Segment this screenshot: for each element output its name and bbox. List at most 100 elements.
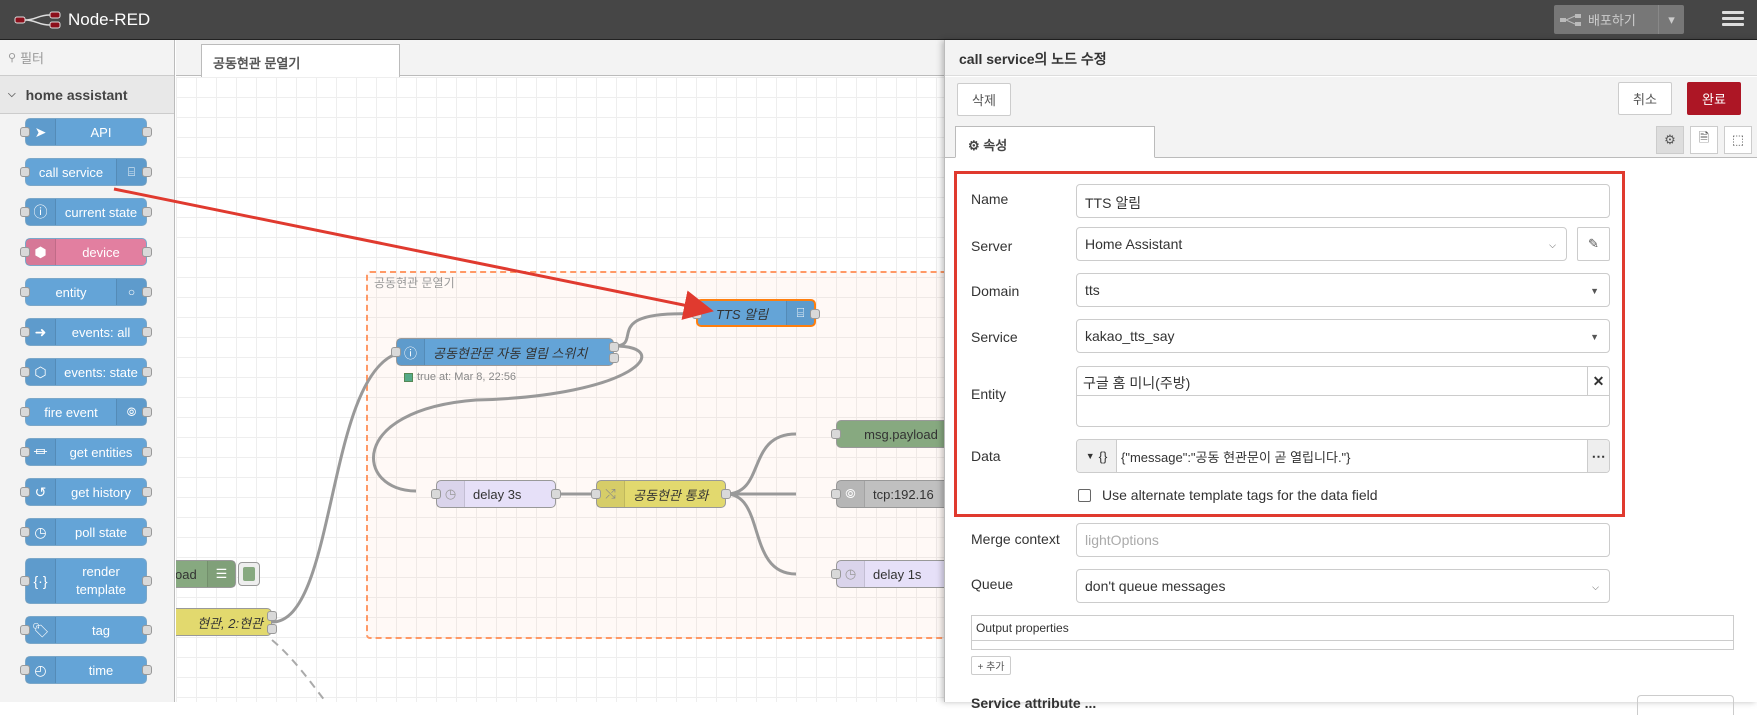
hamburger-menu-icon[interactable] [1720,8,1746,32]
palette-filter-placeholder: 필터 [20,51,44,66]
chevron-down-icon: ⌵ [8,89,16,100]
palette-node-label: get history [71,484,131,500]
deploy-button[interactable]: 배포하기 ▾ [1554,5,1684,34]
palette-node-label: device [82,244,120,260]
data-field[interactable]: ▼ {} {"message":"공동 현관문이 곧 열립니다."} ⋯ [1076,439,1610,473]
timer-icon: ◷ [437,481,465,507]
palette-node-fire-event[interactable]: fire event ⦾ [20,398,152,426]
cancel-button[interactable]: 취소 [1618,82,1672,115]
done-button[interactable]: 완료 [1687,82,1741,115]
close-icon[interactable]: ✕ [1587,367,1609,395]
palette-node-label: time [88,662,114,678]
search-icon: ⚲ [8,52,17,64]
gear-icon[interactable]: ⚙ [1656,126,1684,154]
flow-workspace[interactable]: 공동현관 문열기 공동현관 문열기 TTS 알림 ⌸ ⓘ 공동현관문 자동 열림… [176,40,946,702]
flow-node-call[interactable]: ⤭ 공동현관 통화 [591,480,731,508]
palette-node-get-entities[interactable]: ⏛ get entities [20,438,152,466]
alt-tags-checkbox[interactable] [1078,489,1091,502]
arrow-right-icon: ➜ [26,319,56,345]
palette-node-tag[interactable]: 🏷 tag [20,616,152,644]
palette-node-call-service[interactable]: call service ⌸ [20,158,152,186]
merge-context-field[interactable]: lightOptions [1076,523,1610,557]
tag-icon: 🏷 [26,617,56,643]
timer-icon: ◷ [837,561,865,587]
palette-node-label: call service [38,164,104,180]
braces-icon: {·} [26,559,56,603]
merge-context-label: Merge context [971,531,1060,547]
palette-node-label: entity [55,284,87,300]
chevron-down-icon[interactable]: ▾ [1658,5,1684,34]
service-field[interactable]: kakao_tts_say ▼ [1076,319,1610,353]
name-field[interactable]: TTS 알림 [1076,184,1610,218]
palette-node-label: fire event [44,404,98,420]
palette-node-label: poll state [74,524,128,540]
server-label: Server [971,238,1013,254]
more-icon[interactable]: ⋯ [1587,440,1609,472]
paper-plane-icon: ➤ [26,119,56,145]
flow-node-msg-payload[interactable]: msg.payload [831,420,946,448]
flow-node-tcp[interactable]: ⦾ tcp:192.16 [831,480,946,508]
edit-tray: call service의 노드 수정 삭제 취소 완료 ⚙ 속성 ⚙ 🗎 ⬚ … [944,40,1757,715]
chevron-down-icon: ⌵ [1549,240,1556,250]
add-button[interactable]: + 추가 [971,656,1011,675]
tray-title: call service의 노드 수정 [945,40,1757,76]
palette-node-api[interactable]: ➤ API [20,118,152,146]
palette-category-label: home assistant [25,86,128,103]
domain-field[interactable]: tts ▼ [1076,273,1610,307]
timer-icon: ◷ [26,519,56,545]
palette-node-poll-state[interactable]: ◷ poll state [20,518,152,546]
caret-down-icon: ▼ [1085,451,1095,461]
flow-node-switch-partial[interactable]: 현관, 2:현관 [176,608,277,636]
queue-select[interactable]: don't queue messages ⌵ [1076,569,1610,603]
filter-icon: ⏛ [26,439,56,465]
data-label: Data [971,448,1001,464]
server-select[interactable]: Home Assistant ⌵ [1076,227,1567,261]
flow-node-switch[interactable]: ⓘ 공동현관문 자동 열림 스위치 [391,338,619,366]
flow-node-delay-1s[interactable]: ◷ delay 1s [831,560,946,588]
flow-node-tts[interactable]: TTS 알림 ⌸ [692,299,820,327]
palette-node-entity[interactable]: entity ○ [20,278,152,306]
history-icon: ↺ [26,479,56,505]
palette-node-label: events: all [71,324,131,340]
caret-down-icon: ▼ [1590,286,1599,296]
data-type-selector[interactable]: ▼ {} [1077,440,1117,472]
palette-node-current-state[interactable]: ⓘ current state [20,198,152,226]
palette-node-get-history[interactable]: ↺ get history [20,478,152,506]
flow-node-delay-3s[interactable]: ◷ delay 3s [431,480,561,508]
palette-node-device[interactable]: ⬢ device [20,238,152,266]
hexagon-icon: ⬡ [26,359,56,385]
flow-node-debug[interactable]: oad ☰ [176,560,236,588]
palette-filter-input[interactable]: ⚲ 필터 [0,40,174,76]
palette-node-label: tag [91,622,111,638]
palette-node-label: get entities [69,444,133,460]
document-icon[interactable]: 🗎 [1690,126,1718,154]
list-icon: ☰ [207,561,235,587]
alt-tags-label: Use alternate template tags for the data… [1102,487,1378,503]
service-attribute-field[interactable] [1637,695,1734,715]
output-properties-list: Output properties [971,615,1734,650]
delete-button[interactable]: 삭제 [957,83,1011,116]
debug-toggle[interactable] [238,562,260,586]
pencil-icon: ✎ [1588,236,1599,251]
cube-icon: ⬢ [26,239,56,265]
palette-node-render-template[interactable]: {·} render template [20,558,152,604]
app-header: Node-RED 배포하기 ▾ [0,0,1757,40]
palette-node-label: render template [76,564,126,597]
domain-label: Domain [971,283,1020,299]
entity-field[interactable]: 구글 홈 미니(주방) ✕ [1076,366,1610,427]
tray-tabs: ⚙ 속성 ⚙ 🗎 ⬚ [945,125,1757,158]
palette-node-events-state[interactable]: ⬡ events: state [20,358,152,386]
deploy-label: 배포하기 [1588,13,1636,28]
palette-category-header[interactable]: ⌵ home assistant [0,76,174,114]
palette-node-label: events: state [64,364,138,380]
palette-node-events-all[interactable]: ➜ events: all [20,318,152,346]
data-value: {"message":"공동 현관문이 곧 열립니다."} [1121,449,1351,465]
flow-wires [271,312,797,702]
tab-properties[interactable]: ⚙ 속성 [955,126,1155,158]
entity-tag: 구글 홈 미니(주방) [1083,375,1191,391]
appearance-icon[interactable]: ⬚ [1724,126,1752,154]
app-title: Node-RED [68,10,151,29]
edit-server-button[interactable]: ✎ [1577,227,1610,261]
palette-node-time[interactable]: ◴ time [20,656,152,684]
service-attribute-label: Service attribute ... [971,695,1097,711]
